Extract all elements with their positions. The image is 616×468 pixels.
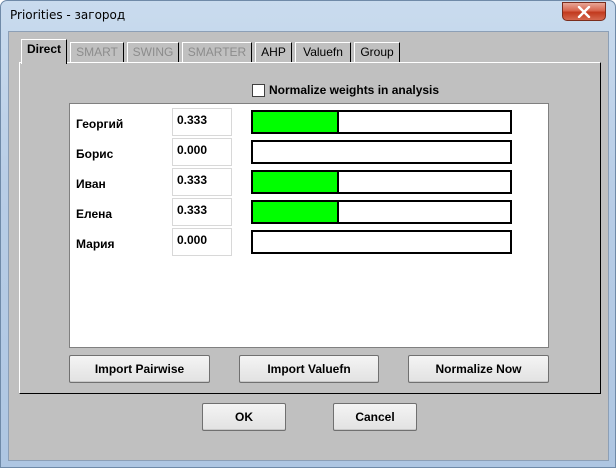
- weight-value-field[interactable]: 0.000: [172, 138, 232, 166]
- normalize-now-button[interactable]: Normalize Now: [408, 355, 549, 383]
- ok-button[interactable]: OK: [202, 403, 286, 431]
- tab-valuefn[interactable]: Valuefn: [295, 42, 351, 63]
- weight-value-field[interactable]: 0.333: [172, 108, 232, 136]
- weight-bar[interactable]: [251, 170, 512, 194]
- import-valuefn-button[interactable]: Import Valuefn: [239, 355, 379, 383]
- alternative-name: Иван: [76, 177, 106, 191]
- cancel-button[interactable]: Cancel: [333, 403, 417, 431]
- weight-value-field[interactable]: 0.000: [172, 228, 232, 256]
- tab-ahp[interactable]: AHP: [255, 42, 292, 63]
- priorities-window: Priorities - загород Direct SMART SWING …: [0, 0, 616, 468]
- dialog-client-area: Direct SMART SWING SMARTER AHP Valuefn G…: [8, 31, 609, 461]
- title-bar[interactable]: Priorities - загород: [1, 1, 615, 31]
- alternative-name: Георгий: [76, 117, 124, 131]
- weight-bar-fill: [253, 172, 339, 192]
- weight-value-field[interactable]: 0.333: [172, 198, 232, 226]
- alternative-name: Борис: [76, 147, 114, 161]
- weight-bar[interactable]: [251, 140, 512, 164]
- close-icon: [577, 5, 591, 18]
- alternative-name: Елена: [76, 207, 113, 221]
- weights-list: Георгий 0.333 Борис 0.000 Иван 0.333 Еле…: [69, 103, 549, 348]
- window-title: Priorities - загород: [10, 8, 126, 22]
- weight-value-field[interactable]: 0.333: [172, 168, 232, 196]
- tab-direct[interactable]: Direct: [21, 39, 67, 64]
- weight-bar[interactable]: [251, 200, 512, 224]
- tab-smarter[interactable]: SMARTER: [182, 42, 252, 63]
- weight-bar-fill: [253, 202, 339, 222]
- normalize-weights-label: Normalize weights in analysis: [269, 83, 440, 97]
- tab-smart[interactable]: SMART: [70, 42, 124, 63]
- weight-bar[interactable]: [251, 230, 512, 254]
- weight-bar-fill: [253, 112, 339, 132]
- close-button[interactable]: [562, 2, 606, 21]
- normalize-weights-checkbox[interactable]: [252, 83, 265, 97]
- tab-group[interactable]: Group: [354, 42, 400, 63]
- import-pairwise-button[interactable]: Import Pairwise: [69, 355, 210, 383]
- normalize-weights-option[interactable]: Normalize weights in analysis: [252, 82, 439, 98]
- weight-bar[interactable]: [251, 110, 512, 134]
- alternative-name: Мария: [76, 237, 115, 251]
- tab-swing[interactable]: SWING: [127, 42, 179, 63]
